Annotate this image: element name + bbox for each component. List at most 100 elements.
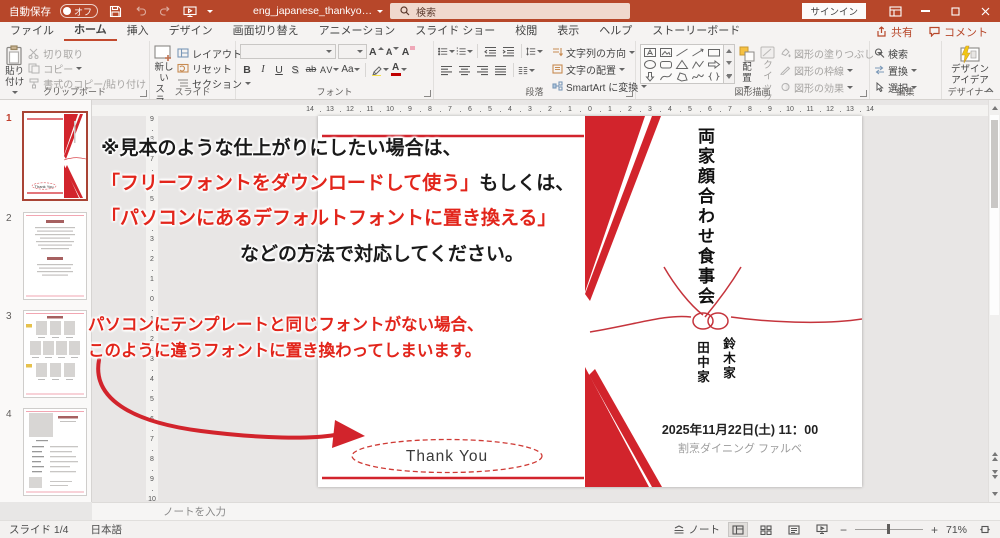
gallery-down-icon[interactable] <box>726 61 732 65</box>
arrow-right-shape-icon[interactable] <box>706 58 722 70</box>
shape-fill-button[interactable]: 図形の塗りつぶし <box>780 46 883 60</box>
drawing-dialog-launcher-icon[interactable] <box>860 90 867 97</box>
brace-pair-shape-icon[interactable] <box>706 70 722 82</box>
font-name-select[interactable] <box>240 44 336 59</box>
zoom-slider[interactable] <box>855 529 923 530</box>
undo-icon[interactable] <box>132 3 148 19</box>
save-icon[interactable] <box>107 3 123 19</box>
shrink-font-button[interactable]: A <box>386 44 400 59</box>
bold-button[interactable]: B <box>240 62 254 77</box>
ribbon-display-options-icon[interactable] <box>880 0 910 22</box>
arrow-down-shape-icon[interactable] <box>642 70 658 82</box>
previous-slide-button[interactable] <box>989 448 1000 464</box>
highlight-color-button[interactable] <box>371 62 389 77</box>
zoom-out-button[interactable]: − <box>840 523 847 537</box>
tab-画面切り替え[interactable]: 画面切り替え <box>223 22 309 41</box>
clipboard-dialog-launcher-icon[interactable] <box>140 90 147 97</box>
scrollbar-thumb[interactable] <box>991 120 998 208</box>
zoom-slider-thumb[interactable] <box>887 524 890 534</box>
text-shadow-button[interactable]: S <box>288 62 302 77</box>
replace-button[interactable]: 置換 <box>874 63 938 77</box>
fit-to-window-icon[interactable] <box>975 522 995 537</box>
tab-デザイン[interactable]: デザイン <box>159 22 223 41</box>
character-spacing-button[interactable]: AV <box>320 62 339 77</box>
slide-thumbnail-2[interactable] <box>23 212 87 300</box>
design-ideas-button[interactable]: デザイン アイデア <box>946 44 994 87</box>
line-spacing-button[interactable] <box>526 44 543 59</box>
search-input[interactable]: 検索 <box>390 3 630 19</box>
notes-input-bar[interactable]: ノートを入力 <box>92 502 1000 520</box>
autosave-toggle[interactable]: オフ <box>60 4 98 18</box>
align-right-button[interactable] <box>474 63 491 78</box>
tab-ストーリーボード[interactable]: ストーリーボード <box>642 22 750 41</box>
bullets-button[interactable] <box>438 44 455 59</box>
line-shape-icon[interactable] <box>674 46 690 58</box>
strikethrough-button[interactable]: ab <box>304 62 318 77</box>
triangle-shape-icon[interactable] <box>674 58 690 70</box>
font-size-select[interactable] <box>338 44 367 59</box>
polyline-shape-icon[interactable] <box>690 58 706 70</box>
rect-shape-icon[interactable] <box>706 46 722 58</box>
decrease-indent-button[interactable] <box>482 44 499 59</box>
scroll-down-icon[interactable] <box>989 486 1000 502</box>
redo-icon[interactable] <box>157 3 173 19</box>
shapes-gallery[interactable] <box>640 44 724 84</box>
language-indicator[interactable]: 日本語 <box>91 522 123 537</box>
tab-表示[interactable]: 表示 <box>547 22 589 41</box>
slide-title-vertical[interactable]: 両家顔合わせ食事会 <box>692 127 717 322</box>
slide-thumbnail-4[interactable] <box>23 408 87 496</box>
vertical-scrollbar[interactable] <box>988 100 1000 502</box>
quick-access-more-icon[interactable] <box>207 10 213 13</box>
title-dropdown-icon[interactable] <box>377 10 383 13</box>
paragraph-dialog-launcher-icon[interactable] <box>626 90 633 97</box>
comments-button[interactable]: コメント <box>923 24 994 40</box>
zoom-level[interactable]: 71% <box>946 524 967 536</box>
minimize-button[interactable] <box>910 0 940 22</box>
shape-outline-button[interactable]: 図形の枠線 <box>780 63 883 77</box>
find-button[interactable]: 検索 <box>874 46 938 60</box>
slide-sorter-view-button[interactable] <box>756 522 776 537</box>
align-text-button[interactable]: 文字の配置 <box>552 62 647 76</box>
oval-shape-icon[interactable] <box>642 58 658 70</box>
gallery-up-icon[interactable] <box>726 49 732 53</box>
clear-formatting-button[interactable]: A <box>402 44 416 59</box>
family-name-left[interactable]: 田中家 <box>693 341 712 411</box>
normal-view-button[interactable] <box>728 522 748 537</box>
grow-font-button[interactable]: A <box>369 44 384 59</box>
sign-in-button[interactable]: サインイン <box>802 3 866 19</box>
font-dialog-launcher-icon[interactable] <box>424 90 431 97</box>
change-case-button[interactable]: Aa <box>341 62 359 77</box>
slideshow-icon[interactable] <box>182 3 198 19</box>
tab-ヘルプ[interactable]: ヘルプ <box>589 22 642 41</box>
horizontal-ruler[interactable]: 141312111098765432101234567891011121314 <box>92 105 988 116</box>
scroll-up-icon[interactable] <box>989 100 1000 116</box>
shapes-gallery-scroll[interactable] <box>724 44 735 84</box>
notes-toggle-button[interactable]: ノート <box>673 522 720 537</box>
tab-校閲[interactable]: 校閲 <box>505 22 547 41</box>
close-button[interactable] <box>970 0 1000 22</box>
zoom-in-button[interactable]: + <box>931 523 938 537</box>
tab-ホーム[interactable]: ホーム <box>64 22 117 41</box>
tab-挿入[interactable]: 挿入 <box>117 22 159 41</box>
align-left-button[interactable] <box>438 63 455 78</box>
text-direction-button[interactable]: 文字列の方向 <box>552 45 647 59</box>
font-color-button[interactable]: A <box>391 62 407 77</box>
rounded-rect-shape-icon[interactable] <box>658 58 674 70</box>
slideshow-view-button[interactable] <box>812 522 832 537</box>
text-box-shape-icon[interactable] <box>642 46 658 58</box>
copy-button[interactable]: コピー <box>28 61 146 75</box>
share-button[interactable]: 共有 <box>870 24 919 40</box>
line-arrow-shape-icon[interactable] <box>690 46 706 58</box>
document-title[interactable]: eng_japanese_thankyo… <box>253 5 372 17</box>
italic-button[interactable]: I <box>256 62 270 77</box>
thank-you-text[interactable]: Thank You <box>352 440 542 473</box>
reading-view-button[interactable] <box>784 522 804 537</box>
gallery-more-icon[interactable] <box>726 75 732 79</box>
numbering-button[interactable] <box>456 44 473 59</box>
tab-スライド ショー[interactable]: スライド ショー <box>405 22 505 41</box>
tab-アニメーション[interactable]: アニメーション <box>309 22 406 41</box>
scribble-shape-icon[interactable] <box>690 70 706 82</box>
cut-button[interactable]: 切り取り <box>28 46 146 60</box>
picture-shape-icon[interactable] <box>658 46 674 58</box>
slide-thumbnail-3[interactable] <box>23 310 87 398</box>
